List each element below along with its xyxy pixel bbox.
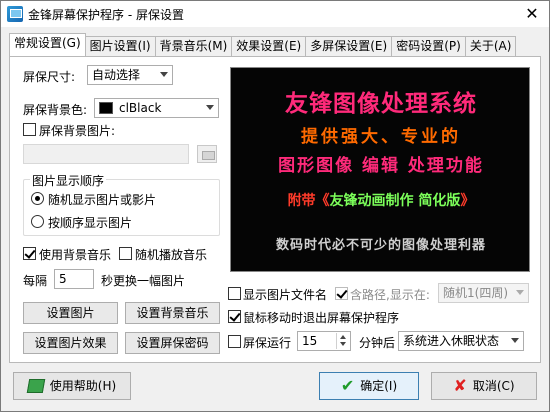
title-bar: 金锋屏幕保护程序 - 屏保设置 ✕ [1, 1, 549, 27]
order-random-label: 随机显示图片或影片 [48, 193, 157, 207]
run-checkbox[interactable] [228, 335, 241, 348]
size-label: 屏保尺寸: [23, 70, 76, 84]
tab-bar: 常规设置(G) 图片设置(I) 背景音乐(M) 效果设置(E) 多屏保设置(E)… [9, 33, 517, 56]
image-effect-button[interactable]: 设置图片效果 [23, 332, 118, 354]
stepper-down-icon[interactable] [336, 341, 349, 349]
preview-line-4-suffix: 》 [460, 193, 475, 209]
tab-about[interactable]: 关于(A) [464, 36, 517, 56]
folder-open-icon[interactable] [197, 145, 217, 163]
preview-line-4-inner: 友锋动画制作 简化版 [329, 193, 461, 209]
cancel-button-label: 取消(C) [472, 379, 515, 393]
mouse-exit-label: 鼠标移动时退出屏幕保护程序 [243, 311, 400, 325]
help-button[interactable]: 使用帮助(H) [13, 372, 131, 400]
interval-prefix: 每隔 [23, 274, 48, 288]
tab-image[interactable]: 图片设置(I) [84, 36, 156, 56]
mouse-exit-checkbox[interactable] [228, 310, 241, 323]
help-button-label: 使用帮助(H) [49, 379, 117, 393]
show-filename-label: 显示图片文件名 [243, 288, 328, 302]
preview-line-4-prefix: 附带《 [287, 193, 330, 209]
help-book-icon [26, 379, 46, 393]
set-password-button[interactable]: 设置屏保密码 [125, 332, 220, 354]
run-minutes-value: 15 [302, 334, 318, 348]
filename-position-select[interactable]: 随机1(四周) [438, 283, 529, 303]
display-order-legend: 图片显示顺序 [30, 172, 107, 189]
preview-line-2: 提供强大、专业的 [301, 127, 461, 147]
tab-multi-screensaver[interactable]: 多屏保设置(E) [305, 36, 393, 56]
full-path-checkbox[interactable] [335, 287, 348, 300]
bg-image-label: 屏保背景图片: [39, 124, 116, 138]
preview-line-4: 附带《友锋动画制作 简化版》 [231, 190, 529, 210]
bg-color-value: clBlack [119, 101, 162, 115]
random-music-checkbox[interactable] [119, 247, 132, 260]
checkmark-icon: ✔ [340, 376, 355, 395]
bg-color-select[interactable]: clBlack [94, 98, 219, 118]
after-action-value: 系统进入休眠状态 [403, 334, 500, 348]
settings-window: 金锋屏幕保护程序 - 屏保设置 ✕ 常规设置(G) 图片设置(I) 背景音乐(M… [0, 0, 550, 412]
preview-line-5: 数码时代必不可少的图像处理利器 [275, 238, 486, 253]
tab-password[interactable]: 密码设置(P) [391, 36, 466, 56]
close-icon[interactable]: ✕ [523, 5, 541, 23]
show-filename-checkbox[interactable] [228, 287, 241, 300]
ok-button[interactable]: ✔ 确定(I) [319, 372, 419, 400]
bg-image-path-field[interactable] [23, 144, 189, 164]
after-label: 分钟后 [359, 336, 396, 350]
size-select-value: 自动选择 [92, 68, 141, 82]
tab-general[interactable]: 常规设置(G) [9, 33, 86, 56]
chevron-down-icon [206, 105, 214, 110]
set-music-button[interactable]: 设置背景音乐 [125, 302, 220, 324]
run-minutes-stepper[interactable]: 15 [297, 331, 351, 351]
interval-suffix: 秒更换一幅图片 [101, 274, 186, 288]
order-random-radio[interactable] [31, 192, 44, 205]
chevron-down-icon [160, 72, 168, 77]
ok-button-label: 确定(I) [360, 379, 398, 393]
chevron-down-icon [516, 290, 524, 295]
order-sequence-radio[interactable] [31, 215, 44, 228]
use-music-checkbox[interactable] [23, 247, 36, 260]
order-sequence-label: 按顺序显示图片 [48, 216, 133, 230]
set-image-button[interactable]: 设置图片 [23, 302, 118, 324]
stepper-up-icon[interactable] [336, 333, 349, 341]
cancel-x-icon: ✘ [453, 376, 467, 395]
filename-position-value: 随机1(四周) [443, 286, 508, 300]
use-music-label: 使用背景音乐 [39, 248, 112, 262]
interval-input[interactable]: 5 [54, 269, 94, 289]
tab-music[interactable]: 背景音乐(M) [154, 36, 233, 56]
full-path-label: 含路径,显示在: [350, 288, 430, 302]
app-icon [7, 6, 23, 22]
preview-title: 友锋图像处理系统 [285, 90, 477, 117]
cancel-button[interactable]: ✘ 取消(C) [431, 372, 537, 400]
after-action-select[interactable]: 系统进入休眠状态 [398, 331, 524, 351]
preview-line-3: 图形图像 编辑 处理功能 [278, 156, 484, 176]
color-swatch [99, 102, 113, 114]
tab-effects[interactable]: 效果设置(E) [231, 36, 307, 56]
bg-color-label: 屏保背景色: [23, 103, 88, 117]
run-label: 屏保运行 [243, 336, 292, 350]
bg-image-checkbox[interactable] [23, 123, 36, 136]
random-music-label: 随机播放音乐 [135, 248, 208, 262]
chevron-down-icon [511, 338, 519, 343]
window-title: 金锋屏幕保护程序 - 屏保设置 [28, 7, 184, 22]
preview-image: 友锋图像处理系统 提供强大、专业的 图形图像 编辑 处理功能 附带《友锋动画制作… [230, 67, 530, 272]
size-select[interactable]: 自动选择 [87, 65, 173, 85]
